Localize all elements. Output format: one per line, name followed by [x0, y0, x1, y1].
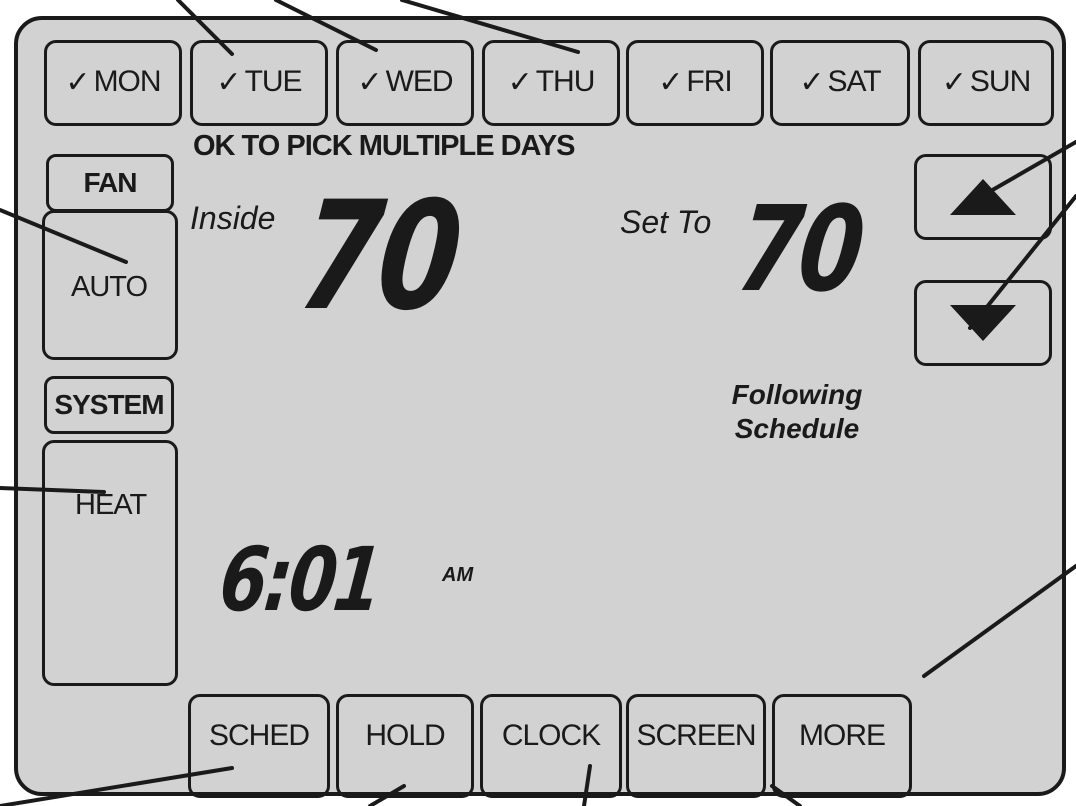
- callout-line: [176, 0, 234, 56]
- callout-line: [968, 194, 1076, 330]
- callout-line: [980, 140, 1076, 198]
- callout-line: [0, 486, 106, 494]
- callout-line: [770, 784, 802, 806]
- callout-line: [922, 564, 1076, 678]
- callout-lines: [0, 0, 1076, 806]
- callout-line: [368, 784, 406, 806]
- callout-line: [0, 208, 128, 264]
- callout-line: [400, 0, 580, 54]
- callout-line: [0, 766, 234, 806]
- callout-line: [582, 764, 592, 806]
- callout-line: [274, 0, 378, 52]
